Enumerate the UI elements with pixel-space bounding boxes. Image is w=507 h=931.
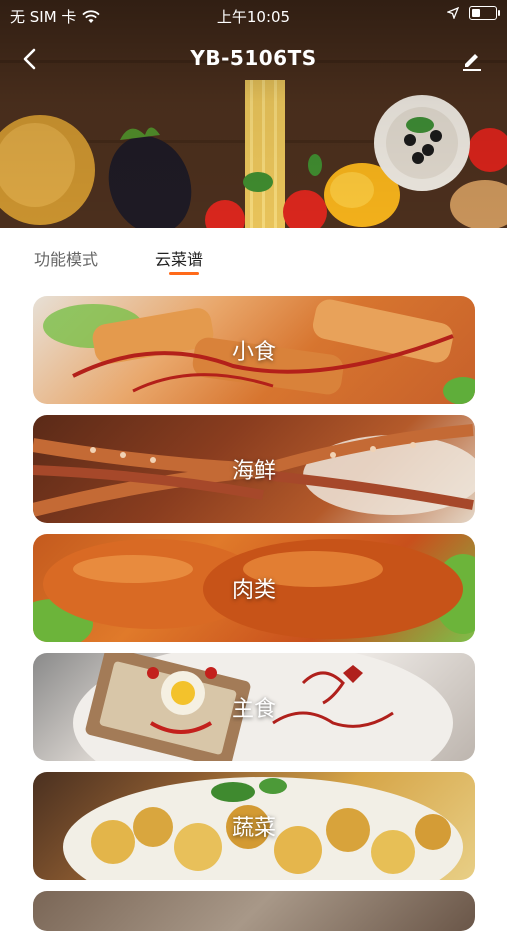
page-title: YB-5106TS [190,46,317,70]
category-card-vegetables[interactable]: 蔬菜 [33,772,475,880]
status-bar: 无 SIM 卡 上午10:05 [0,0,507,30]
edit-button[interactable] [457,44,487,74]
status-time: 上午10:05 [216,8,291,26]
tab-function-mode[interactable]: 功能模式 [34,246,98,270]
pencil-icon [463,54,481,71]
location-arrow-icon [447,7,459,19]
category-label-staples: 主食 [231,697,276,722]
category-card-meat[interactable]: 肉类 [33,534,475,642]
category-card-staples[interactable]: 主食 [33,653,475,761]
category-label-meat: 肉类 [231,578,276,603]
hero-banner: 无 SIM 卡 上午10:05 YB-5106TS [0,0,507,228]
tab-cloud-recipes[interactable]: 云菜谱 [155,246,203,270]
category-card-partial[interactable] [33,891,475,931]
nav-bar: YB-5106TS [0,38,507,82]
category-label-snacks: 小食 [231,340,276,365]
category-label-vegetables: 蔬菜 [231,816,276,841]
battery-icon [469,6,500,20]
category-label-seafood: 海鲜 [231,459,276,484]
category-card-snacks[interactable]: 小食 [33,296,475,404]
hero-shade [0,0,507,228]
category-card-seafood[interactable]: 海鲜 [33,415,475,523]
active-tab-indicator [169,272,199,275]
tab-bar: 功能模式 云菜谱 [0,228,507,282]
status-right [447,6,500,20]
